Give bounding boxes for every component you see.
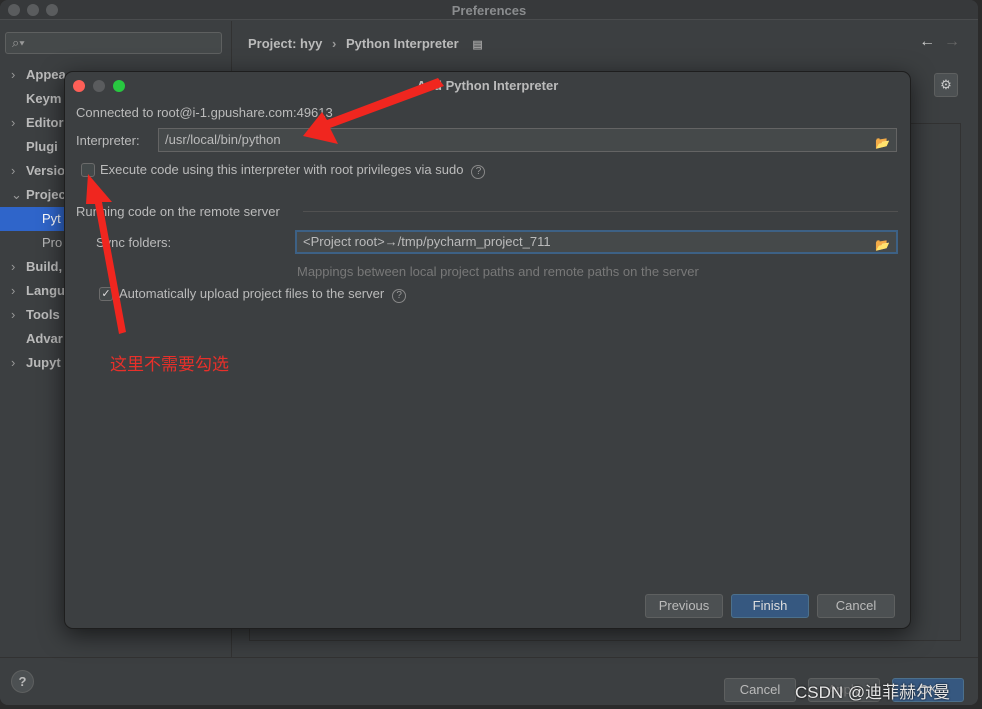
back-button[interactable]: ← bbox=[919, 33, 935, 50]
finish-button[interactable]: Finish bbox=[731, 594, 809, 618]
settings-scope-icon: ▤ bbox=[472, 39, 483, 51]
breadcrumb-project[interactable]: Project: hyy bbox=[248, 36, 322, 51]
sudo-label: Execute code using this interpreter with… bbox=[100, 162, 486, 179]
sudo-checkbox[interactable] bbox=[81, 163, 95, 177]
chevron-icon: › bbox=[11, 259, 16, 274]
sidebar-item-label: Plugi bbox=[26, 139, 58, 154]
title-bar: Preferences bbox=[0, 0, 978, 20]
annotation-text: 这里不需要勾选 bbox=[110, 355, 229, 374]
folder-icon[interactable]: 📂 bbox=[875, 235, 890, 255]
sidebar-item-label: Langu bbox=[26, 283, 65, 298]
settings-search-input[interactable]: ⌕▾ bbox=[5, 32, 222, 54]
chevron-icon: › bbox=[11, 115, 16, 130]
breadcrumb: Project: hyy › Python Interpreter ▤ bbox=[248, 36, 483, 51]
forward-button[interactable]: → bbox=[944, 33, 960, 50]
sidebar-item-label: Pyt bbox=[42, 211, 61, 226]
window-title: Preferences bbox=[451, 3, 527, 18]
connection-status: Connected to root@i-1.gpushare.com:49613 bbox=[76, 105, 333, 120]
chevron-icon: › bbox=[11, 283, 16, 298]
watermark: CSDN @迪菲赫尔曼 bbox=[795, 683, 951, 702]
gear-icon[interactable]: ⚙ bbox=[934, 73, 958, 97]
section-title: Running code on the remote server bbox=[76, 204, 280, 219]
interpreter-value: /usr/local/bin/python bbox=[165, 132, 281, 147]
help-icon[interactable]: ? bbox=[392, 289, 407, 303]
chevron-right-icon: › bbox=[332, 36, 337, 51]
sync-folders-hint: Mappings between local project paths and… bbox=[297, 264, 699, 279]
sidebar-item-label: Tools bbox=[26, 307, 60, 322]
help-icon[interactable]: ? bbox=[471, 165, 486, 179]
sidebar-item-label: Keym bbox=[26, 91, 62, 106]
breadcrumb-python-interpreter: Python Interpreter bbox=[346, 36, 459, 51]
sidebar-item-label: Pro bbox=[42, 235, 63, 250]
search-icon: ⌕▾ bbox=[12, 35, 25, 50]
folder-icon[interactable]: 📂 bbox=[875, 132, 890, 154]
sync-folders-value: <Project root>→/tmp/pycharm_project_711 bbox=[303, 234, 551, 249]
chevron-icon: › bbox=[11, 355, 16, 370]
sidebar-item-label: Projec bbox=[26, 187, 66, 202]
sidebar-item-label: Jupyt bbox=[26, 355, 61, 370]
sidebar-item-label: Versio bbox=[26, 163, 66, 178]
chevron-icon: › bbox=[11, 67, 16, 82]
sidebar-item-label: Build, bbox=[26, 259, 63, 274]
previous-button[interactable]: Previous bbox=[645, 594, 723, 618]
interpreter-input[interactable]: /usr/local/bin/python 📂 bbox=[158, 128, 897, 152]
dialog-cancel-button[interactable]: Cancel bbox=[817, 594, 895, 618]
chevron-icon: ⌄ bbox=[11, 187, 22, 202]
help-button[interactable]: ? bbox=[11, 670, 34, 693]
sidebar-item-label: Advar bbox=[26, 331, 63, 346]
chevron-icon: › bbox=[11, 307, 16, 322]
sidebar-item-label: Editor bbox=[26, 115, 64, 130]
auto-upload-label: Automatically upload project files to th… bbox=[119, 286, 407, 303]
sync-folders-label: Sync folders: bbox=[96, 235, 172, 250]
cancel-button[interactable]: Cancel bbox=[724, 678, 796, 702]
chevron-icon: › bbox=[11, 163, 16, 178]
section-divider bbox=[303, 211, 898, 212]
sync-folders-input[interactable]: <Project root>→/tmp/pycharm_project_711 … bbox=[295, 230, 898, 254]
interpreter-label: Interpreter: bbox=[76, 133, 140, 148]
sidebar-item-label: Appea bbox=[26, 67, 66, 82]
auto-upload-checkbox[interactable]: ✓ bbox=[99, 287, 113, 301]
dialog-title: Add Python Interpreter bbox=[416, 78, 559, 93]
